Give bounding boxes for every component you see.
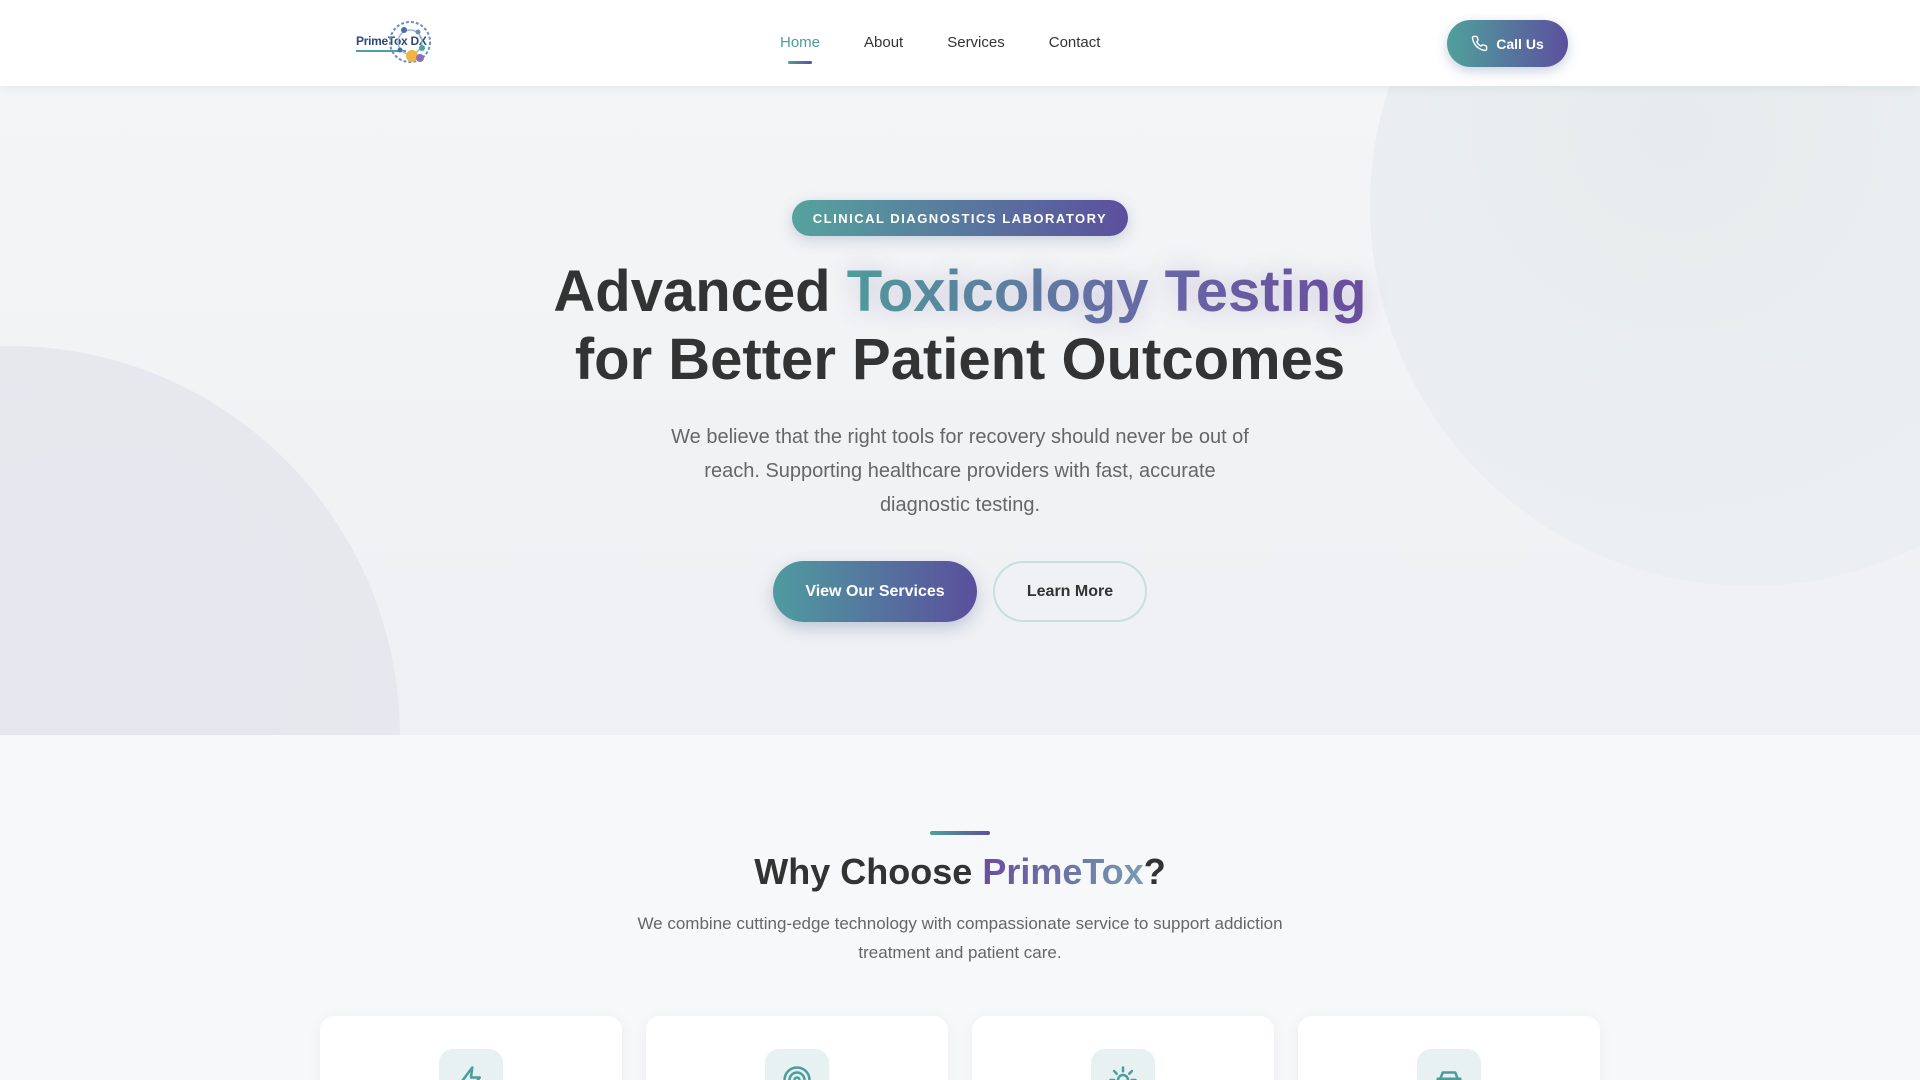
section-divider xyxy=(930,831,990,835)
feature-card xyxy=(1298,1016,1600,1080)
hero-title: Advanced Toxicology Testing for Better P… xyxy=(553,259,1367,392)
view-services-button[interactable]: View Our Services xyxy=(773,561,977,622)
card-icon-box xyxy=(439,1049,503,1080)
target-icon xyxy=(783,1066,811,1080)
decorative-circle xyxy=(0,346,400,735)
why-title-highlight: PrimeTox xyxy=(982,851,1144,892)
why-choose-section: Why Choose PrimeTox? We combine cutting-… xyxy=(0,735,1920,1080)
lightning-icon xyxy=(461,1066,481,1080)
globe-icon xyxy=(389,21,431,63)
call-us-label: Call Us xyxy=(1496,35,1544,52)
call-us-button[interactable]: Call Us xyxy=(1447,20,1568,67)
site-header: PrimeTox DX Home About Services Contact xyxy=(0,0,1920,86)
car-icon xyxy=(1436,1071,1462,1080)
feature-card xyxy=(646,1016,948,1080)
logo[interactable]: PrimeTox DX xyxy=(354,18,434,70)
feature-card xyxy=(972,1016,1274,1080)
phone-icon xyxy=(1472,35,1488,52)
nav-services[interactable]: Services xyxy=(947,0,1005,86)
why-subtitle: We combine cutting-edge technology with … xyxy=(637,914,1283,962)
nav-home[interactable]: Home xyxy=(780,0,820,86)
nav-active-indicator xyxy=(788,61,812,64)
nav-about[interactable]: About xyxy=(864,0,903,86)
hero-badge: CLINICAL DIAGNOSTICS LABORATORY xyxy=(792,200,1128,236)
nav-contact[interactable]: Contact xyxy=(1049,0,1101,86)
sun-icon xyxy=(1109,1066,1137,1080)
feature-card xyxy=(320,1016,622,1080)
main-nav: Home About Services Contact xyxy=(780,0,1144,86)
card-icon-box xyxy=(1091,1049,1155,1080)
card-icon-box xyxy=(1417,1049,1481,1080)
hero-subtitle: We believe that the right tools for reco… xyxy=(671,426,1249,516)
why-title: Why Choose PrimeTox? xyxy=(754,851,1166,892)
learn-more-button[interactable]: Learn More xyxy=(993,561,1147,622)
hero-section: CLINICAL DIAGNOSTICS LABORATORY Advanced… xyxy=(0,86,1920,735)
card-icon-box xyxy=(765,1049,829,1080)
hero-title-highlight: Toxicology Testing xyxy=(846,259,1367,324)
